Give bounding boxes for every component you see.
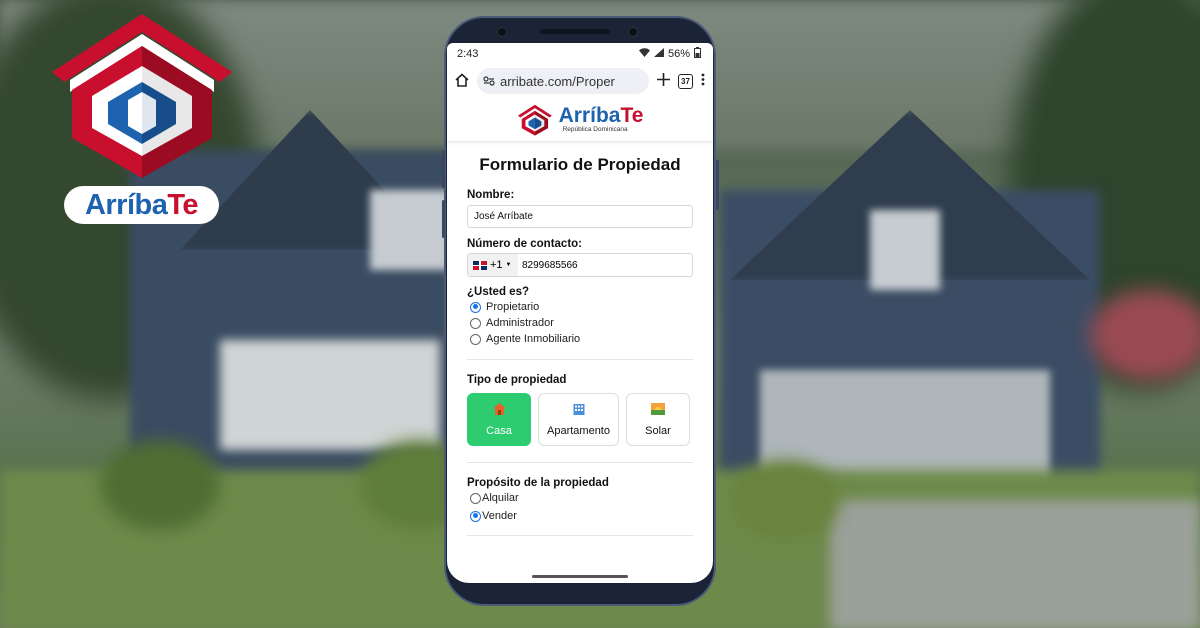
logo-wordmark: Arríba Te	[64, 186, 219, 224]
radio-button[interactable]	[470, 510, 481, 522]
form-title: Formulario de Propiedad	[479, 155, 681, 174]
name-input[interactable]: José Arríbate	[467, 205, 693, 228]
sunset-icon	[651, 402, 665, 417]
radio-button[interactable]	[470, 492, 481, 504]
purpose-option[interactable]: Vender	[470, 510, 693, 522]
dominican-flag-icon	[473, 260, 487, 270]
browser-toolbar: arribate.com/Proper 37	[447, 64, 713, 98]
power-button	[716, 160, 719, 210]
country-code: +1	[490, 259, 503, 271]
battery-icon	[694, 46, 701, 61]
chevron-down-icon: ▼	[505, 262, 512, 268]
gesture-bar	[532, 575, 628, 578]
role-option[interactable]: Administrador	[470, 317, 693, 329]
radio-label: Vender	[482, 510, 517, 522]
radio-label: Propietario	[486, 301, 540, 313]
role-option[interactable]: Propietario	[470, 301, 693, 313]
property-type-label: Solar	[645, 424, 671, 437]
home-icon[interactable]	[455, 72, 469, 90]
building-icon	[573, 403, 585, 417]
volume-button-2	[442, 200, 445, 238]
radio-button[interactable]	[470, 333, 481, 345]
phone-screen: 2:43 56% arribate.com/Proper 37 ArríbaTe…	[447, 43, 713, 583]
purpose-option[interactable]: Alquilar	[470, 492, 693, 504]
earpiece	[540, 29, 610, 34]
property-type-label: Tipo de propiedad	[467, 374, 567, 386]
front-camera-icon-2	[628, 27, 638, 37]
front-camera-icon	[497, 27, 507, 37]
url-text: arribate.com/Proper	[500, 73, 615, 89]
status-bar: 2:43 56%	[447, 43, 713, 64]
purpose-label: Propósito de la propiedad	[467, 477, 609, 489]
contact-label: Número de contacto:	[467, 238, 583, 250]
signal-icon	[653, 47, 664, 60]
brand-subtitle: República Dominicana	[562, 126, 628, 134]
status-time: 2:43	[457, 47, 479, 60]
property-type-card[interactable]: Apartamento	[538, 393, 619, 446]
site-header: ArríbaTe República Dominicana	[447, 98, 713, 142]
site-brand: ArríbaTe República Dominicana	[558, 104, 644, 134]
arribate-logo-icon	[52, 14, 232, 178]
phone-input[interactable]: +1 ▼ 8299685566	[467, 253, 693, 277]
more-menu-icon[interactable]	[701, 73, 705, 89]
address-bar[interactable]: arribate.com/Proper	[477, 68, 649, 94]
property-type-label: Casa	[486, 424, 512, 437]
wifi-icon	[638, 47, 650, 60]
house-icon	[492, 402, 506, 417]
divider	[467, 462, 693, 463]
site-settings-icon[interactable]	[483, 74, 495, 89]
radio-label: Alquilar	[482, 492, 519, 504]
property-type-options: Casa Apartamento Solar	[467, 393, 693, 446]
phone-number: 8299685566	[522, 259, 578, 271]
purpose-options: Alquilar Vender	[467, 492, 693, 522]
volume-button	[442, 150, 445, 188]
tabs-button[interactable]: 37	[678, 73, 693, 89]
role-label: ¿Usted es?	[467, 286, 529, 298]
name-label: Nombre:	[467, 189, 515, 201]
radio-label: Agente Inmobiliario	[486, 333, 581, 345]
property-type-label: Apartamento	[547, 424, 610, 437]
divider	[467, 359, 693, 360]
radio-label: Administrador	[486, 317, 554, 329]
role-options: Propietario Administrador Agente Inmobilia…	[467, 301, 693, 345]
role-option[interactable]: Agente Inmobiliario	[470, 333, 693, 345]
property-type-card[interactable]: Solar	[626, 393, 690, 446]
country-code-select[interactable]: +1 ▼	[468, 254, 518, 276]
property-type-card[interactable]: Casa	[467, 393, 531, 446]
battery-text: 56%	[667, 47, 690, 60]
radio-button[interactable]	[470, 317, 481, 329]
radio-button[interactable]	[470, 301, 481, 313]
new-tab-icon[interactable]	[657, 73, 670, 89]
divider	[467, 535, 693, 536]
site-logo-icon	[517, 104, 552, 136]
property-form: Formulario de Propiedad Nombre: José Arr…	[447, 155, 713, 536]
